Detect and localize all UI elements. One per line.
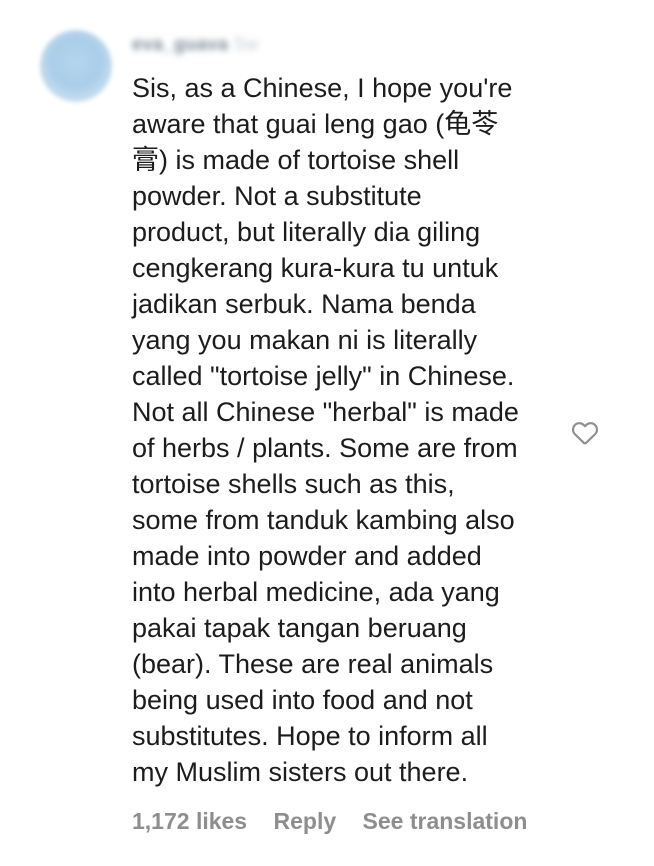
comment-line: my Muslim sisters out there. [132,757,469,787]
comment: eva_guava 5w Sis, as a Chinese, I hope yo… [0,0,654,866]
comment-line: product, but literally dia giling [132,217,481,247]
comment-line: Sis, as a Chinese, I hope you're [132,73,513,103]
comment-body: Sis, as a Chinese, I hope you're aware t… [132,70,572,790]
reply-button[interactable]: Reply [274,808,337,834]
comment-line: (bear). These are real animals [132,649,494,679]
see-translation-button[interactable]: See translation [363,808,528,834]
comment-line: called "tortoise jelly" in Chinese. [132,361,515,391]
comment-line: cengkerang kura-kura tu untuk [132,253,499,283]
comment-line: being used into food and not [132,685,473,715]
comment-line: yang you makan ni is literally [132,325,478,355]
likes-count[interactable]: 1,172 likes [132,808,247,834]
comment-line: some from tanduk kambing also [132,505,515,535]
comment-line: tortoise shells such as this, [132,469,455,499]
avatar[interactable] [40,30,112,102]
comment-time: 5w [234,34,259,54]
comment-line: 膏) is made of tortoise shell [132,145,460,175]
comment-line: of herbs / plants. Some are from [132,433,518,463]
comment-line: Not all Chinese "herbal" is made [132,397,519,427]
username-text[interactable]: eva_guava [132,34,229,54]
comment-line: substitutes. Hope to inform all [132,721,488,751]
comment-line: made into powder and added [132,541,482,571]
comment-actions: 1,172 likes Reply See translation [132,808,547,835]
comment-line: pakai tapak tangan beruang [132,613,467,643]
comment-line: jadikan serbuk. Nama benda [132,289,476,319]
comment-line: aware that guai leng gao (龟苓 [132,109,499,139]
heart-outline-icon[interactable] [569,416,601,448]
username-blurred[interactable]: eva_guava 5w [132,34,259,55]
comment-line: powder. Not a substitute [132,181,422,211]
comment-line: into herbal medicine, ada yang [132,577,500,607]
